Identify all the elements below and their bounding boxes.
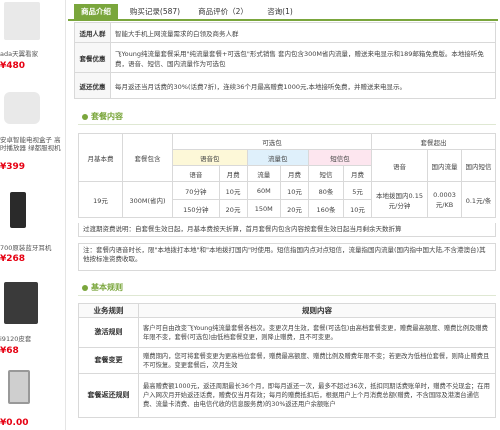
product-card[interactable]: 700原装蓝牙耳机 ¥268	[0, 190, 65, 270]
product-price: ¥0.00	[0, 418, 29, 428]
product-name[interactable]: 安卓智能电视盒子 高	[0, 136, 61, 144]
product-price: ¥268	[0, 254, 26, 264]
sub-header: 语音	[172, 165, 220, 182]
cell: 10元	[218, 181, 248, 200]
product-name[interactable]: 700原装蓝牙耳机	[0, 244, 51, 252]
rules-table: 业务规则 规则内容 激活规则 客户可自由改变飞Young纯流量套餐各档次。变更次…	[78, 303, 496, 418]
included-value: 300M(省内)	[122, 181, 173, 218]
rule-key: 套餐返还规则	[78, 373, 139, 418]
rule-row: 激活规则 客户可自由改变飞Young纯流量套餐各档次。变更次月生效，套餐(可选包…	[78, 317, 496, 348]
package-table: 月基本费 套餐包含 可选包 套餐超出 语音包 流量包 短信包 语音 国内流量 国…	[78, 133, 496, 218]
rules-header-content: 规则内容	[138, 303, 496, 318]
info-key: 套餐优惠	[74, 42, 111, 73]
sub-header: 流量	[246, 165, 282, 182]
included-header: 套餐包含	[122, 133, 173, 182]
cell: 60M	[246, 181, 282, 200]
cell: 10元	[280, 181, 309, 200]
exceed-sms-value: 0.1元/条	[461, 181, 496, 218]
exceed-header: 套餐超出	[371, 133, 496, 150]
recommended-products-column: ada天翼看家 ¥480 安卓智能电视盒子 高 时播放器 绿都服视机 ¥399 …	[0, 0, 66, 430]
sub-header: 月费	[280, 165, 309, 182]
tab-purchase-records[interactable]: 购买记录(587)	[122, 4, 188, 19]
exceed-voice-value: 本地拨国内0.15元/分钟	[371, 181, 428, 218]
product-detail-panel: 商品介绍 购买记录(587) 商品评价（2） 咨询(1) 适用人群 智能大手机上…	[68, 0, 500, 430]
product-image[interactable]	[4, 92, 40, 124]
cell: 150M	[246, 199, 282, 218]
section-rules-heading: 基本规则	[82, 283, 123, 293]
rule-row: 套餐返还规则 最高赠费额1000元，返还周期最长36个月，即每月返还一次，最多不…	[78, 373, 496, 418]
divider	[78, 124, 496, 125]
cell: 80条	[307, 181, 345, 200]
product-price: ¥480	[0, 61, 26, 71]
transition-note: 过渡期资费说明：自套餐生效日起，月基本费按天折算，首月套餐内包含内容按套餐生效日…	[78, 223, 496, 237]
product-name[interactable]: i9120皮套	[0, 335, 31, 343]
rule-value: 客户可自由改变飞Young纯流量套餐各档次。变更次月生效，套餐(可选包)由高档套…	[138, 317, 496, 348]
product-image[interactable]	[10, 192, 26, 228]
bullet-icon	[82, 113, 88, 120]
monthly-fee-header: 月基本费	[78, 133, 123, 182]
info-key: 适用人群	[74, 22, 111, 43]
info-value: 每月返还当月话费的30%(话费7折)，连续36个月最高赠费1000元,本地接听免…	[110, 72, 496, 99]
cell: 10元	[343, 199, 372, 218]
info-value: 智能大手机上网流量需求的白领及商务人群	[110, 22, 496, 43]
section-title: 基本规则	[91, 283, 123, 292]
exceed-data-value: 0.0003元/KB	[427, 181, 462, 218]
exceed-data-header: 国内流量	[427, 149, 462, 182]
cell: 5元	[343, 181, 372, 200]
optional-header: 可选包	[172, 133, 372, 150]
rule-key: 套餐变更	[78, 347, 139, 374]
rule-value: 最高赠费额1000元，返还周期最长36个月，即每月返还一次，最多不超过36次，抵…	[138, 373, 496, 418]
rules-header-business: 业务规则	[78, 303, 139, 318]
detail-tabbar: 商品介绍 购买记录(587) 商品评价（2） 咨询(1)	[68, 4, 498, 21]
data-pkg-header: 流量包	[246, 149, 309, 166]
sub-header: 月费	[218, 165, 248, 182]
sms-pkg-header: 短信包	[307, 149, 373, 166]
rule-value: 赠费期内，您可将套餐变更为更高档位套餐，赠费最高额度、赠费比例及赠费年限不变；若…	[138, 347, 496, 374]
section-title: 套餐内容	[91, 112, 123, 121]
product-card[interactable]: ¥0.00	[0, 368, 65, 430]
package-note: 注：套餐内语音时长，限"本地拨打本地"和"本地拨打国内"时使用。短信指国内点对点…	[78, 243, 496, 271]
exceed-sms-header: 国内短信	[461, 149, 496, 182]
rule-key: 激活规则	[78, 317, 139, 348]
product-price: ¥399	[0, 162, 26, 172]
product-card[interactable]: 安卓智能电视盒子 高 时播放器 绿都服视机 ¥399	[0, 88, 65, 180]
section-package-heading: 套餐内容	[82, 112, 123, 122]
sub-header: 月费	[343, 165, 372, 182]
product-image[interactable]	[4, 282, 38, 324]
tab-reviews[interactable]: 商品评价（2）	[192, 4, 254, 19]
info-value: 飞Young纯流量套餐采用"纯流量套餐+可选包"形式销售 套内包含300M省内流…	[110, 42, 496, 73]
cell: 20元	[218, 199, 248, 218]
exceed-voice-header: 语音	[371, 149, 428, 182]
sub-header: 短信	[307, 165, 345, 182]
rule-row: 套餐变更 赠费期内，您可将套餐变更为更高档位套餐，赠费最高额度、赠费比例及赠费年…	[78, 347, 496, 374]
info-row: 套餐优惠 飞Young纯流量套餐采用"纯流量套餐+可选包"形式销售 套内包含30…	[74, 42, 496, 73]
cell: 150分钟	[172, 199, 220, 218]
cell: 160条	[307, 199, 345, 218]
info-row: 返还优惠 每月返还当月话费的30%(话费7折)，连续36个月最高赠费1000元,…	[74, 72, 496, 99]
product-image[interactable]	[4, 2, 40, 40]
product-image[interactable]	[8, 370, 30, 404]
plan-info-table: 适用人群 智能大手机上网流量需求的白领及商务人群 套餐优惠 飞Young纯流量套…	[74, 22, 496, 99]
monthly-fee-value: 19元	[78, 181, 123, 218]
cell: 20元	[280, 199, 309, 218]
tab-product-intro[interactable]: 商品介绍	[74, 4, 118, 19]
product-name[interactable]: ada天翼看家	[0, 50, 38, 58]
bullet-icon	[82, 284, 88, 291]
product-price: ¥68	[0, 346, 19, 356]
info-row: 适用人群 智能大手机上网流量需求的白领及商务人群	[74, 22, 496, 43]
product-card[interactable]: i9120皮套 ¥68	[0, 280, 65, 360]
tab-consult[interactable]: 咨询(1)	[258, 4, 302, 19]
voice-pkg-header: 语音包	[172, 149, 248, 166]
product-name-line2[interactable]: 时播放器 绿都服视机	[0, 144, 61, 152]
divider	[78, 295, 496, 296]
product-card[interactable]: ada天翼看家 ¥480	[0, 0, 65, 72]
cell: 70分钟	[172, 181, 220, 200]
info-key: 返还优惠	[74, 72, 111, 99]
